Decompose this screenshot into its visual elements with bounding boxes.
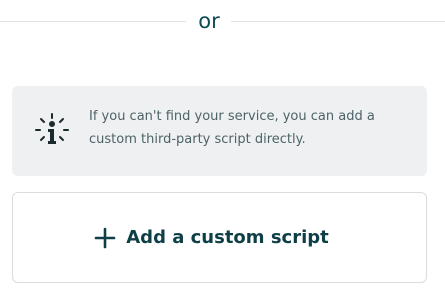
add-custom-script-button[interactable]: Add a custom script (12, 192, 427, 283)
or-divider: or (0, 6, 445, 36)
add-custom-script-button-content: Add a custom script (13, 193, 426, 282)
divider-line-right (231, 21, 445, 22)
info-sparkle-icon (32, 110, 72, 150)
page: or If you can't find your service, you c… (0, 0, 445, 294)
info-notice: If you can't find your service, you can … (12, 86, 427, 176)
plus-icon (94, 227, 116, 249)
add-custom-script-label: Add a custom script (126, 227, 329, 248)
info-message: If you can't find your service, you can … (89, 109, 375, 147)
divider-line-left (0, 21, 186, 22)
or-label: or (198, 9, 220, 33)
